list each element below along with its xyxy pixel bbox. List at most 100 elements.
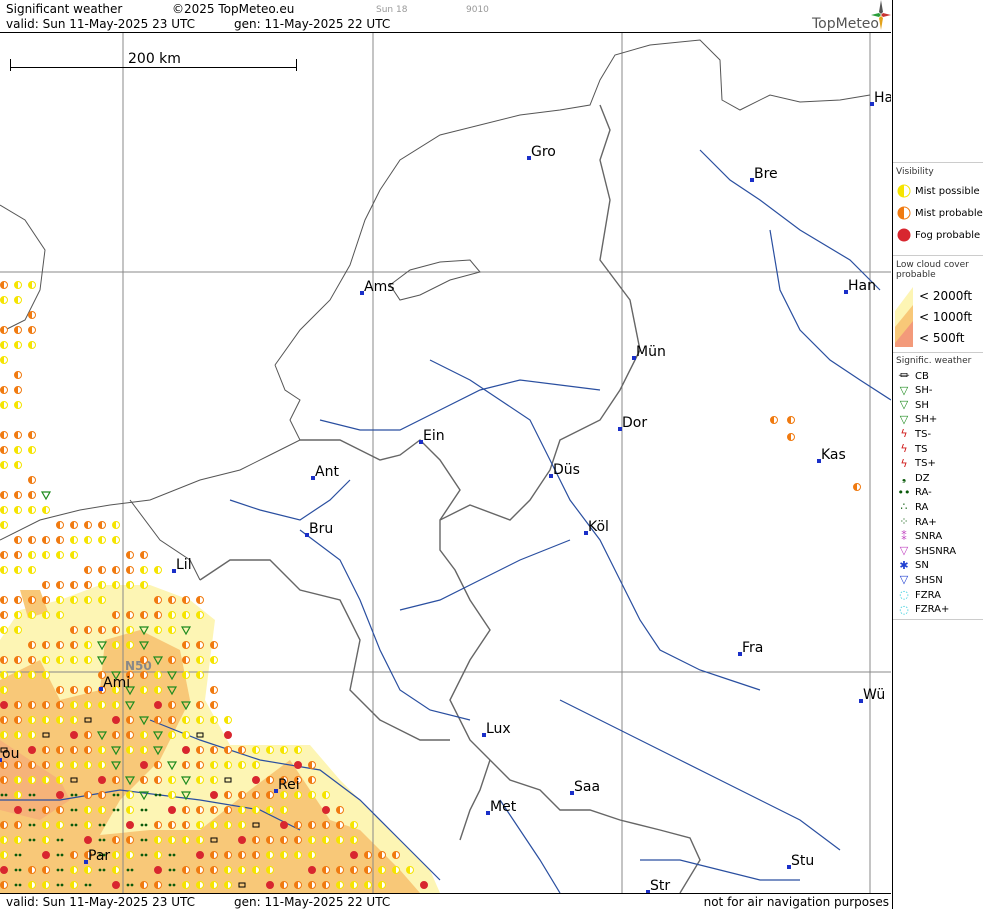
city-label: Par	[88, 848, 110, 864]
fog-marker	[14, 806, 22, 814]
city-fra[interactable]: Fra	[738, 640, 763, 656]
city-wü[interactable]: Wü	[859, 687, 885, 703]
mist-marker	[238, 851, 246, 859]
city-köl[interactable]: Köl	[584, 519, 609, 535]
mist-marker	[28, 656, 36, 664]
city-rei[interactable]: Rei	[274, 777, 300, 793]
mist-marker	[112, 701, 120, 709]
mist-marker	[168, 716, 176, 724]
city-lil[interactable]: Lil	[172, 557, 192, 573]
mist-marker	[154, 851, 162, 859]
mist-marker	[70, 626, 78, 634]
city-stu[interactable]: Stu	[787, 853, 814, 869]
mist-marker	[0, 671, 8, 679]
mist-marker	[126, 641, 134, 649]
mist-marker	[0, 446, 8, 454]
mist-marker	[210, 716, 218, 724]
sigwx-legend-item: ϟ TS	[897, 442, 927, 456]
fog-marker	[56, 791, 64, 799]
mist-marker	[210, 776, 218, 784]
city-gro[interactable]: Gro	[527, 144, 556, 160]
fog-marker	[84, 836, 92, 844]
city-ein[interactable]: Ein	[419, 428, 445, 444]
sigwx-legend-label: RA	[915, 501, 929, 513]
mist-marker	[84, 596, 92, 604]
city-ha[interactable]: Ha	[870, 90, 891, 106]
fog-marker	[308, 866, 316, 874]
cloud-legend-item: < 1000ft	[919, 310, 972, 324]
brand-name: TopMeteo	[812, 16, 879, 32]
mist-marker	[364, 851, 372, 859]
copyright: ©2025 TopMeteo.eu	[172, 2, 295, 16]
city-par[interactable]: Par	[84, 848, 110, 864]
sigwx-legend-label: CB	[915, 370, 929, 382]
mist-marker	[28, 716, 36, 724]
mist-marker	[42, 596, 50, 604]
mist-marker	[28, 476, 36, 484]
city-str[interactable]: Str	[646, 878, 670, 893]
mist-marker	[308, 881, 316, 889]
weather-map[interactable]: N50 Gro Bre Ha Ams Han Mün Dor Ein Ant D…	[0, 33, 891, 893]
mist-marker	[168, 836, 176, 844]
mist-marker	[42, 821, 50, 829]
city-saa[interactable]: Saa	[570, 779, 600, 795]
city-ou[interactable]: ou	[0, 746, 19, 762]
mist-marker	[0, 731, 8, 739]
mist-marker	[322, 866, 330, 874]
city-kas[interactable]: Kas	[817, 447, 846, 463]
city-met[interactable]: Met	[486, 799, 517, 815]
mist-marker	[98, 806, 106, 814]
mist-marker	[210, 656, 218, 664]
mist-marker	[14, 461, 22, 469]
mist-marker	[14, 596, 22, 604]
mist-marker	[266, 776, 274, 784]
mist-marker	[168, 701, 176, 709]
city-ant[interactable]: Ant	[311, 464, 339, 480]
mist-marker	[84, 821, 92, 829]
city-düs[interactable]: Düs	[549, 462, 580, 478]
mist-marker	[322, 881, 330, 889]
mist-marker	[210, 701, 218, 709]
city-bru[interactable]: Bru	[305, 521, 333, 537]
sigwx-legend-item: ⏛ CB	[897, 369, 929, 383]
mist-marker	[56, 806, 64, 814]
map-canvas[interactable]: N50 GroBreHaAms HanMünDorEinAnt DüsKasBr…	[0, 33, 891, 893]
sigwx-legend-label: SHSNRA	[915, 545, 957, 557]
mist-marker	[98, 581, 106, 589]
mist-marker	[112, 611, 120, 619]
city-mün[interactable]: Mün	[632, 344, 666, 360]
sigwx-legend-label: SH+	[915, 414, 938, 426]
mist-marker	[70, 596, 78, 604]
map-footer: valid: Sun 11-May-2025 23 UTC gen: 11-Ma…	[0, 893, 891, 910]
city-lux[interactable]: Lux	[482, 721, 511, 737]
mist-marker	[787, 416, 795, 424]
city-ams[interactable]: Ams	[360, 279, 395, 295]
mist-marker	[28, 641, 36, 649]
city-ami[interactable]: Ami	[99, 675, 130, 691]
mist-marker	[0, 521, 8, 529]
mist-marker	[210, 821, 218, 829]
mist-marker	[252, 746, 260, 754]
mist-marker	[224, 851, 232, 859]
city-bre[interactable]: Bre	[750, 166, 778, 182]
mist-marker	[280, 806, 288, 814]
mist-marker	[238, 761, 246, 769]
mist-marker	[182, 731, 190, 739]
mist-marker	[182, 671, 190, 679]
city-label: Saa	[574, 779, 600, 795]
city-label: Stu	[791, 853, 814, 869]
mist-marker	[14, 821, 22, 829]
mist-marker	[14, 371, 22, 379]
mist-marker	[56, 686, 64, 694]
city-dor[interactable]: Dor	[618, 415, 647, 431]
mist-marker	[98, 536, 106, 544]
mist-marker	[0, 551, 8, 559]
mist-marker	[0, 281, 8, 289]
cloud-legend-item: < 500ft	[919, 331, 965, 345]
mist-marker	[56, 761, 64, 769]
mist-marker	[84, 746, 92, 754]
mist-marker	[14, 716, 22, 724]
mist-marker	[84, 791, 92, 799]
mist-marker	[126, 581, 134, 589]
city-han[interactable]: Han	[844, 278, 876, 294]
